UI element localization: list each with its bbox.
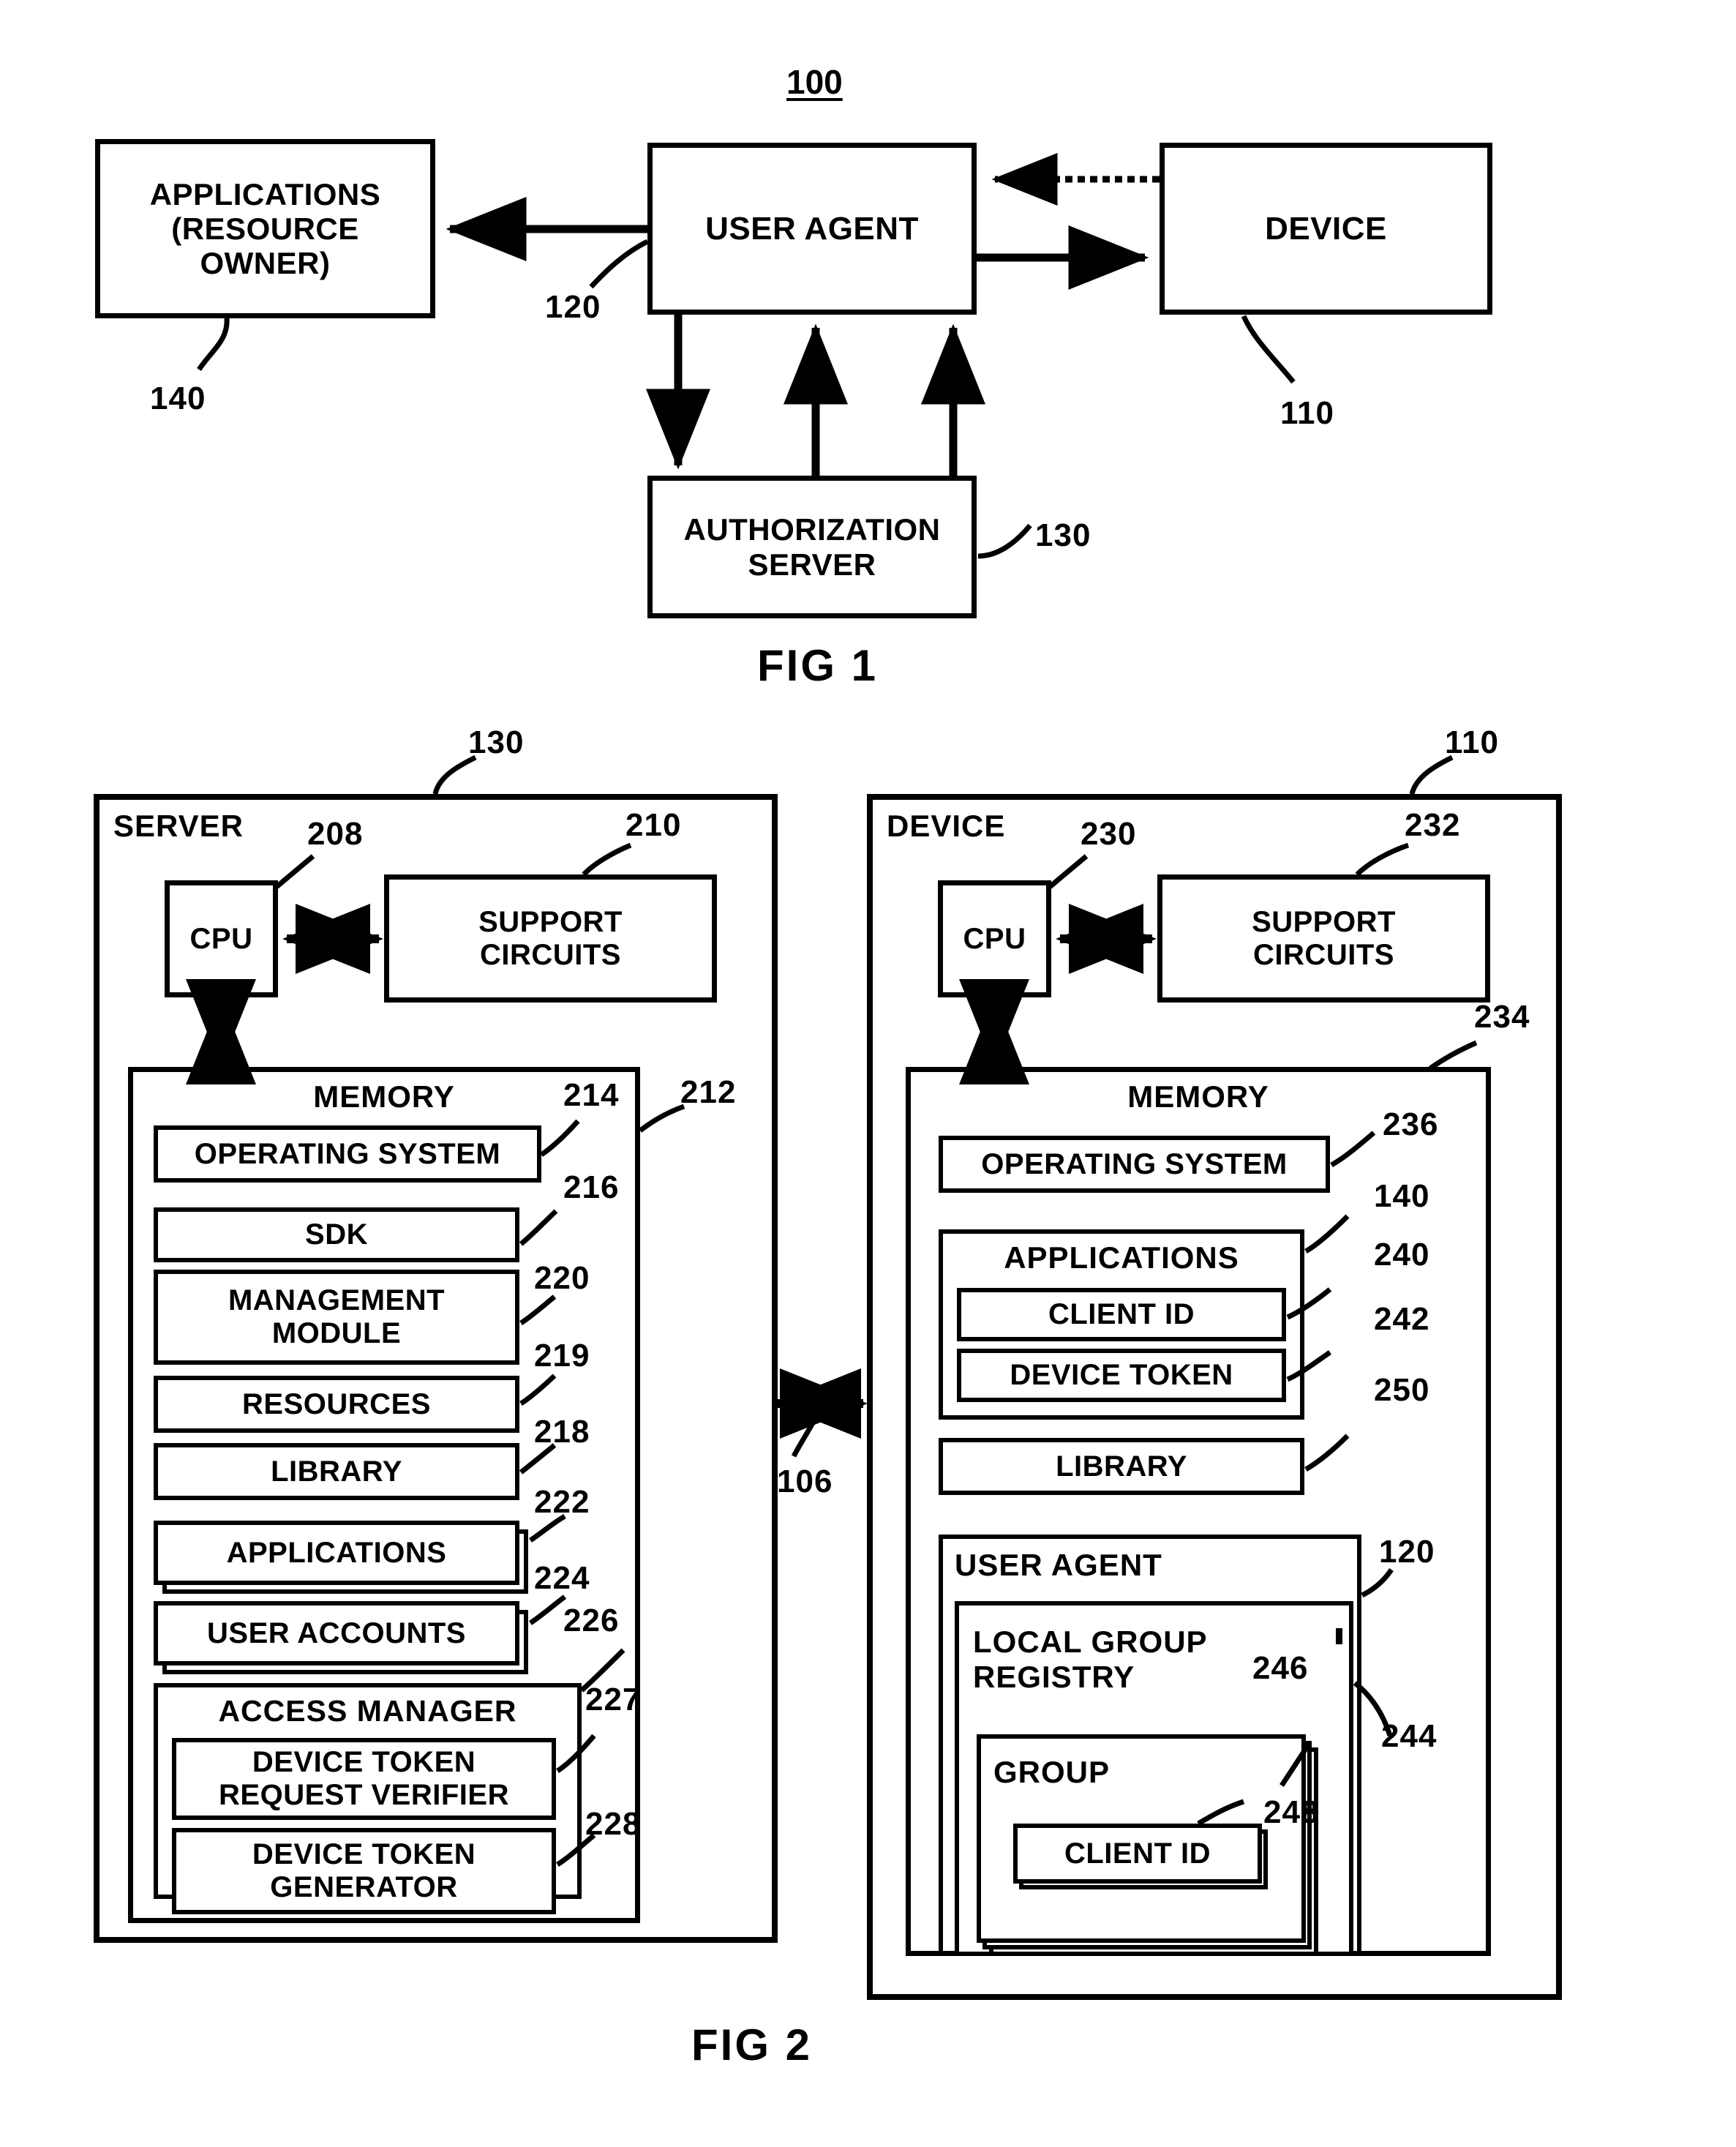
server-mem-item-operating-system: OPERATING SYSTEM xyxy=(154,1125,541,1183)
server-cpu-label: CPU xyxy=(189,922,253,955)
leader-130-fig2 xyxy=(432,754,477,795)
server-mem-item-resources: RESOURCES xyxy=(154,1376,519,1433)
ref-210: 210 xyxy=(625,807,682,843)
server-mem-item-management-module: MANAGEMENT MODULE xyxy=(154,1270,519,1365)
server-device-token-request-verifier-label: DEVICE TOKEN REQUEST VERIFIER xyxy=(219,1746,509,1811)
server-device-token-request-verifier-box: DEVICE TOKEN REQUEST VERIFIER xyxy=(172,1738,556,1820)
ref-220: 220 xyxy=(534,1260,590,1296)
leader-106 xyxy=(791,1407,822,1458)
ref-226: 226 xyxy=(563,1603,620,1638)
figure-2-caption: FIG 2 xyxy=(691,2020,813,2069)
server-mem-item-sdk: SDK xyxy=(154,1207,519,1262)
ref-236: 236 xyxy=(1383,1106,1439,1142)
ref-234: 234 xyxy=(1474,999,1530,1035)
ref-110-fig1: 110 xyxy=(1280,395,1334,431)
server-mem-item-applications-label: APPLICATIONS xyxy=(226,1536,447,1569)
server-mem-item-user-accounts: USER ACCOUNTS xyxy=(154,1601,519,1665)
figure-1-number: 100 xyxy=(786,63,843,101)
device-title: DEVICE xyxy=(887,809,1006,843)
device-local-group-registry-label: LOCAL GROUP REGISTRY xyxy=(973,1625,1208,1695)
ref-250: 250 xyxy=(1374,1372,1430,1408)
server-support-circuits-box: SUPPORT CIRCUITS xyxy=(384,874,717,1003)
server-mem-item-sdk-label: SDK xyxy=(305,1218,368,1251)
ref-120-fig2: 120 xyxy=(1379,1534,1435,1570)
device-operating-system-label: OPERATING SYSTEM xyxy=(981,1147,1288,1180)
ref-227: 227 xyxy=(585,1682,642,1717)
server-cpu-box: CPU xyxy=(165,880,278,997)
ref-240: 240 xyxy=(1374,1237,1430,1273)
device-operating-system-box: OPERATING SYSTEM xyxy=(939,1136,1330,1193)
ref-224: 224 xyxy=(534,1560,590,1596)
server-mem-item-library-label: LIBRARY xyxy=(271,1455,402,1488)
ref-130-fig2: 130 xyxy=(468,724,525,760)
ref-214: 214 xyxy=(563,1077,620,1113)
fig1-applications-label: APPLICATIONS (RESOURCE OWNER) xyxy=(149,176,381,281)
ref-230: 230 xyxy=(1081,816,1137,852)
ref-212: 212 xyxy=(680,1074,737,1110)
server-mem-item-library: LIBRARY xyxy=(154,1443,519,1500)
ref-232: 232 xyxy=(1405,807,1461,843)
fig1-device-box: DEVICE xyxy=(1160,143,1492,315)
leader-140-fig1 xyxy=(197,318,230,371)
device-support-circuits-label: SUPPORT CIRCUITS xyxy=(1252,905,1396,971)
device-cpu-label: CPU xyxy=(963,922,1026,955)
server-mem-item-management-module-label: MANAGEMENT MODULE xyxy=(228,1284,446,1349)
ref-246: 246 xyxy=(1252,1650,1309,1686)
ref-120-fig1: 120 xyxy=(545,289,601,325)
fig1-user-agent-label: USER AGENT xyxy=(705,210,919,247)
device-group-client-id-box: CLIENT ID xyxy=(1013,1824,1262,1884)
fig1-user-agent-box: USER AGENT xyxy=(647,143,977,315)
ref-110-fig2: 110 xyxy=(1445,724,1499,760)
device-device-token-label: DEVICE TOKEN xyxy=(1010,1359,1233,1392)
server-mem-item-user-accounts-label: USER ACCOUNTS xyxy=(207,1616,466,1649)
ref-140-fig1: 140 xyxy=(150,381,206,416)
device-user-agent-label: USER AGENT xyxy=(955,1548,1162,1582)
server-mem-item-applications: APPLICATIONS xyxy=(154,1521,519,1585)
server-device-token-generator-box: DEVICE TOKEN GENERATOR xyxy=(172,1828,556,1914)
ref-228: 228 xyxy=(585,1806,642,1842)
device-group-label: GROUP xyxy=(993,1755,1111,1789)
ref-130-fig1: 130 xyxy=(1035,517,1091,553)
device-library-box: LIBRARY xyxy=(939,1438,1304,1495)
ref-222: 222 xyxy=(534,1484,590,1520)
ref-106: 106 xyxy=(777,1464,833,1499)
figure-1-caption: FIG 1 xyxy=(757,641,879,690)
fig1-authorization-server-box: AUTHORIZATION SERVER xyxy=(647,476,977,618)
leader-110-fig1 xyxy=(1241,315,1296,384)
ref-244: 244 xyxy=(1381,1718,1438,1754)
device-support-circuits-box: SUPPORT CIRCUITS xyxy=(1157,874,1490,1003)
device-client-id-label: CLIENT ID xyxy=(1048,1298,1195,1331)
server-title: SERVER xyxy=(113,809,244,843)
patent-figure-sheet: 100 APPLICATIONS (RESOURCE OWNER) 140 US… xyxy=(0,0,1736,2147)
device-device-token-box: DEVICE TOKEN xyxy=(957,1349,1286,1402)
device-group-client-id-label: CLIENT ID xyxy=(1064,1837,1211,1870)
leader-110-fig2 xyxy=(1409,754,1454,795)
device-client-id-box: CLIENT ID xyxy=(957,1288,1286,1341)
ref-208: 208 xyxy=(307,816,364,852)
device-cpu-box: CPU xyxy=(938,880,1051,997)
ref-242: 242 xyxy=(1374,1301,1430,1337)
server-support-circuits-label: SUPPORT CIRCUITS xyxy=(478,905,623,971)
leader-120-fig1 xyxy=(589,239,649,289)
device-library-label: LIBRARY xyxy=(1056,1450,1187,1483)
fig1-applications-box: APPLICATIONS (RESOURCE OWNER) xyxy=(95,139,435,318)
leader-130-fig1 xyxy=(977,523,1032,559)
ref-219: 219 xyxy=(534,1338,590,1374)
server-mem-item-operating-system-label: OPERATING SYSTEM xyxy=(194,1137,501,1170)
ref-140-fig2: 140 xyxy=(1374,1178,1430,1214)
ref-216: 216 xyxy=(563,1169,620,1205)
server-access-manager-label: ACCESS MANAGER xyxy=(218,1694,517,1728)
server-device-token-generator-label: DEVICE TOKEN GENERATOR xyxy=(252,1838,476,1903)
fig1-authorization-server-label: AUTHORIZATION SERVER xyxy=(683,512,941,582)
device-applications-label: APPLICATIONS xyxy=(1004,1240,1239,1275)
server-mem-item-resources-label: RESOURCES xyxy=(242,1387,431,1420)
ref-218: 218 xyxy=(534,1414,590,1450)
fig1-device-label: DEVICE xyxy=(1265,210,1387,247)
ref-248: 248 xyxy=(1263,1794,1320,1830)
